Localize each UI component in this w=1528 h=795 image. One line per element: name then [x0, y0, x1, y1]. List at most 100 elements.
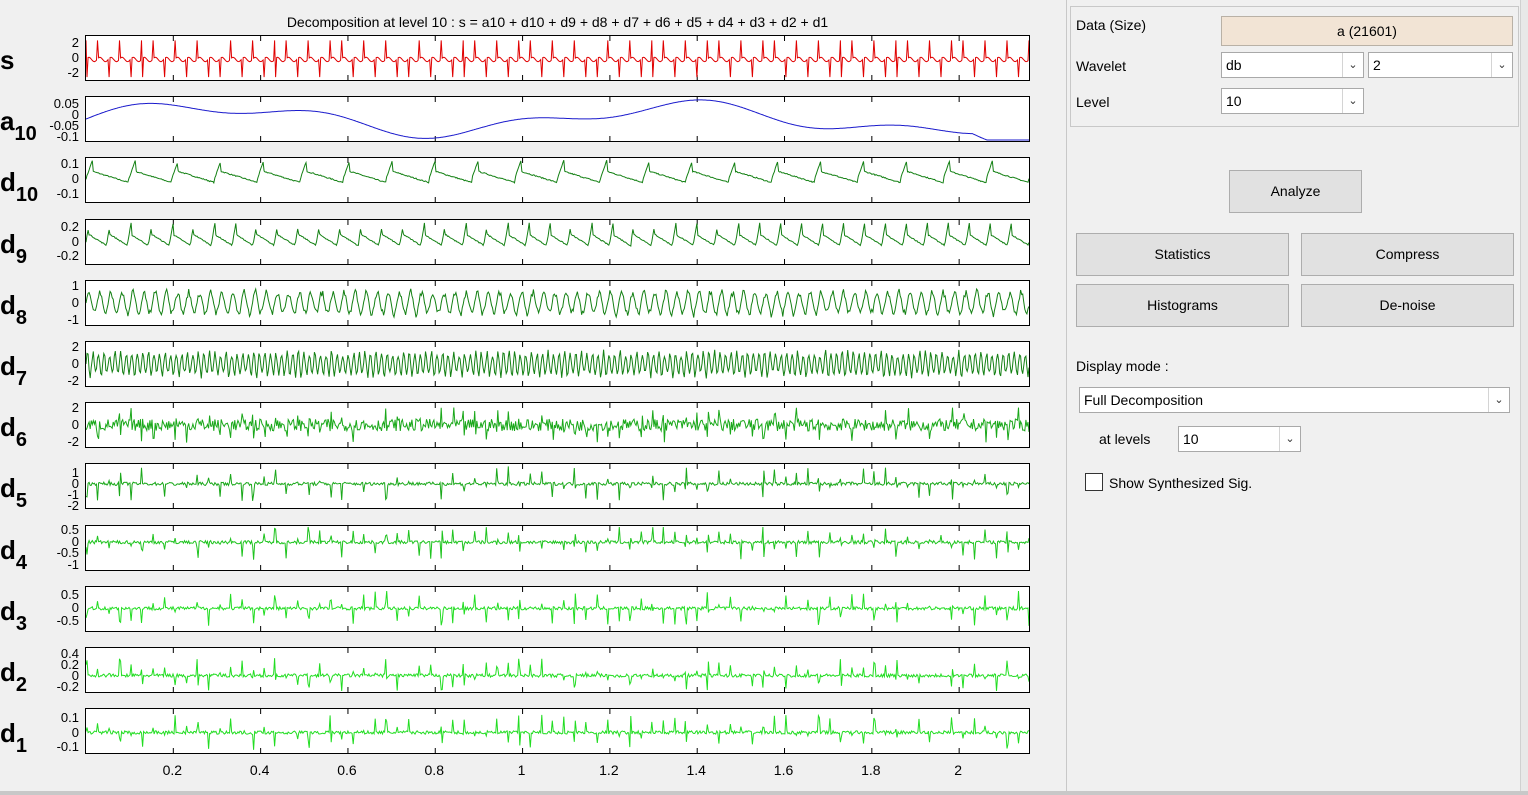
y-tick-labels-a10: 0.05 0 -0.05 -0.1 [30, 96, 79, 144]
level-select[interactable]: 10 ⌄ [1221, 88, 1364, 114]
at-levels-value: 10 [1183, 431, 1199, 447]
series-subscript: 3 [15, 612, 28, 635]
series-subscript: 1 [15, 735, 28, 758]
x-tick-label: 1.6 [773, 762, 794, 778]
signal-plot-d6 [86, 403, 1029, 448]
series-subscript: 9 [15, 245, 28, 268]
y-tick-label: 0 [71, 356, 79, 371]
signal-plot-s [86, 36, 1029, 80]
y-tick-label: 0 [71, 170, 79, 186]
y-tick-label: -0.5 [56, 613, 79, 629]
x-tick-label: 1.8 [861, 762, 881, 778]
axes-d7 [85, 341, 1030, 387]
y-tick-labels-d9: 0.2 0 -0.2 [30, 219, 79, 263]
series-line-d3 [86, 590, 1029, 626]
control-panel: Data (Size) a (21601) Wavelet db ⌄ 2 ⌄ L… [1067, 0, 1528, 795]
wavelet-order-value: 2 [1373, 57, 1381, 73]
series-subscript: 2 [15, 674, 28, 696]
level-label: Level [1076, 94, 1110, 110]
axes-d8 [85, 279, 1030, 326]
y-tick-label: 0.5 [60, 586, 79, 602]
y-tick-label: -2 [67, 372, 79, 388]
y-tick-labels-d2: 0.4 0.2 0 -0.2 [30, 647, 79, 693]
y-tick-label: 2 [71, 339, 79, 355]
series-line-d10 [86, 159, 1029, 185]
y-tick-labels-d5: 1 0 -1 -2 [30, 463, 79, 512]
series-name: d [0, 228, 16, 259]
x-tick-label: 1.2 [599, 762, 619, 778]
axes-d3 [85, 585, 1030, 632]
decomposition-plot-area: Decomposition at level 10 : s = a10 + d1… [0, 0, 1060, 795]
analyze-button[interactable]: Analyze [1229, 170, 1362, 213]
axes-d9 [85, 218, 1030, 265]
y-tick-label: 0.1 [60, 156, 79, 172]
y-tick-label: -1 [67, 311, 79, 327]
y-tick-labels-d3: 0.5 0 -0.5 [30, 586, 79, 630]
window-scrollbar[interactable] [1520, 0, 1528, 795]
y-tick-label: -1 [67, 556, 79, 572]
series-subscript: 6 [15, 429, 28, 452]
signal-plot-d3 [86, 586, 1029, 631]
data-size-label: Data (Size) [1076, 17, 1147, 33]
compress-button[interactable]: Compress [1301, 233, 1514, 276]
series-name: d [0, 289, 16, 320]
y-tick-labels-d10: 0.1 0 -0.1 [30, 157, 79, 201]
series-subscript: 5 [15, 490, 28, 513]
y-tick-label: 2 [71, 35, 79, 51]
signal-plot-d2 [86, 648, 1029, 692]
y-tick-label: 2 [71, 400, 79, 416]
x-tick-label: 0.6 [337, 762, 357, 778]
chevron-down-icon: ⌄ [1491, 53, 1512, 77]
series-name: d [0, 167, 16, 198]
signal-plot-a10 [86, 97, 1029, 142]
y-tick-label: -0.2 [56, 248, 79, 264]
y-tick-label: 0 [71, 294, 79, 310]
chevron-down-icon: ⌄ [1488, 388, 1509, 412]
y-tick-label: 0 [71, 233, 79, 249]
y-tick-label: -2 [67, 64, 79, 80]
series-name: d [0, 534, 16, 565]
x-tick-label: 2 [954, 762, 963, 778]
y-tick-labels-d4: 0.5 0 -0.5 -1 [30, 523, 79, 572]
chevron-down-icon: ⌄ [1279, 427, 1300, 451]
statistics-button[interactable]: Statistics [1076, 233, 1289, 276]
data-size-value: a (21601) [1221, 16, 1513, 46]
signal-plot-d1 [86, 709, 1029, 754]
y-tick-label: 0 [71, 50, 79, 65]
wavelet-family-value: db [1226, 57, 1242, 73]
x-tick-label: 0.2 [162, 762, 183, 778]
axes-d5 [85, 463, 1030, 510]
bottom-status-strip [0, 791, 1528, 795]
histograms-button[interactable]: Histograms [1076, 284, 1289, 327]
x-tick-label: 1 [517, 762, 526, 778]
x-tick-label: 1.4 [686, 762, 706, 778]
x-tick-label: 0.8 [424, 762, 444, 778]
signal-plot-d8 [86, 280, 1029, 325]
y-tick-label: -0.1 [56, 185, 79, 201]
signal-plot-d4 [86, 525, 1029, 570]
axes-d4 [85, 524, 1030, 571]
show-synthesized-checkbox[interactable] [1085, 473, 1103, 491]
display-mode-value: Full Decomposition [1084, 392, 1204, 408]
at-levels-select[interactable]: 10 ⌄ [1178, 426, 1301, 452]
wavelet-family-select[interactable]: db ⌄ [1221, 52, 1364, 78]
wavelet-order-select[interactable]: 2 ⌄ [1368, 52, 1513, 78]
denoise-button[interactable]: De-noise [1301, 284, 1514, 327]
series-name: d [0, 657, 16, 687]
series-name: a [0, 106, 15, 137]
series-subscript: 8 [15, 306, 28, 329]
signal-plot-d10 [86, 158, 1029, 203]
y-tick-label: 0 [71, 600, 79, 616]
signal-plot-d7 [86, 342, 1029, 386]
y-tick-label: 1 [71, 277, 79, 293]
display-mode-select[interactable]: Full Decomposition ⌄ [1079, 387, 1510, 413]
series-line-d9 [86, 222, 1029, 247]
signal-plot-d5 [86, 464, 1029, 509]
series-line-d8 [86, 286, 1029, 319]
series-subscript: 7 [15, 368, 28, 390]
y-tick-label: 0 [71, 724, 79, 740]
y-tick-label: -0.1 [56, 128, 79, 144]
axes-d2 [85, 647, 1030, 693]
wavelet-label: Wavelet [1076, 58, 1127, 74]
series-name: d [0, 718, 16, 749]
